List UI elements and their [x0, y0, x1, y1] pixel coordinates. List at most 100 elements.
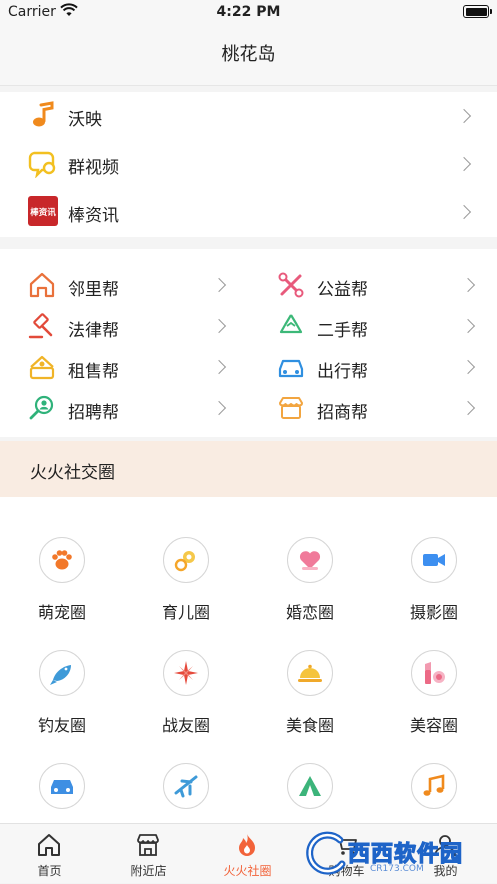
circle-item-pets[interactable]: 萌宠圈	[0, 537, 124, 637]
circle-badge	[39, 537, 85, 583]
watermark-logo-icon	[306, 831, 346, 875]
status-bar: Carrier 4:22 PM	[0, 0, 497, 26]
grid-item-neighborhood[interactable]: 邻里帮	[0, 264, 248, 304]
circle-item-parenting[interactable]: 育儿圈	[124, 537, 248, 637]
circle-item-fishing[interactable]: 钓友圈	[0, 650, 124, 750]
lipstick-icon	[425, 662, 445, 684]
video-chat-icon	[28, 151, 56, 178]
list-item-woying[interactable]: 沃映	[0, 92, 497, 140]
grid-item-charity[interactable]: 公益帮	[249, 264, 497, 304]
circle-badge	[163, 650, 209, 696]
grid-item-label: 法律帮	[68, 321, 119, 341]
flame-icon	[239, 834, 255, 856]
clock: 4:22 PM	[216, 4, 281, 20]
grid-item-label: 租售帮	[68, 362, 119, 382]
chevron-right-icon	[460, 318, 476, 334]
magnifier-person-icon	[29, 395, 54, 420]
grid-item-rental[interactable]: 租售帮	[0, 346, 248, 386]
circle-item-label: 摄影圈	[409, 603, 458, 622]
circle-badge	[411, 650, 457, 696]
music-note-icon	[33, 101, 54, 127]
site-watermark: 西西软件园 CR173.COM	[300, 826, 480, 880]
home-icon	[38, 834, 60, 856]
grid-item-label: 二手帮	[317, 321, 368, 341]
circle-item-label: 萌宠圈	[37, 603, 86, 622]
compass-star-icon	[174, 661, 198, 685]
car-icon	[51, 780, 73, 794]
pacifier-icon	[174, 551, 195, 572]
circle-item-label: 战友圈	[161, 716, 210, 735]
circle-badge	[411, 763, 457, 809]
chevron-right-icon	[211, 318, 227, 334]
circle-item-veterans[interactable]: 战友圈	[124, 650, 248, 750]
list-item-bang-news[interactable]: 棒资讯 棒资讯	[0, 188, 497, 236]
social-circle-grid: 萌宠圈 育儿圈 婚恋圈 摄影圈 钓友圈 战友圈 美食圈 美容圈	[0, 497, 497, 827]
tab-label: 首页	[37, 864, 62, 878]
list-item-group-video[interactable]: 群视频	[0, 140, 497, 188]
navigation-bar: 桃花岛	[0, 26, 497, 86]
fish-icon	[50, 665, 71, 685]
chevron-right-icon	[211, 400, 227, 416]
chevron-right-icon	[460, 359, 476, 375]
watermark-subtext: CR173.COM	[370, 864, 424, 874]
shop-icon	[279, 397, 303, 419]
circle-item-label: 育儿圈	[161, 603, 210, 622]
circle-badge	[39, 650, 85, 696]
svg-text:棒资讯: 棒资讯	[30, 207, 56, 218]
circle-item-label: 美容圈	[409, 716, 458, 735]
section-title: 火火社交圈	[30, 463, 115, 483]
circle-item-photography[interactable]: 摄影圈	[372, 537, 496, 637]
circle-item-label: 美食圈	[285, 716, 334, 735]
chevron-right-icon	[456, 108, 472, 124]
chevron-right-icon	[211, 277, 227, 293]
food-cloche-icon	[298, 664, 322, 682]
grid-item-recruit[interactable]: 招聘帮	[0, 387, 248, 427]
camera-icon	[423, 554, 445, 566]
circle-badge	[39, 763, 85, 809]
gavel-icon	[28, 313, 53, 339]
circle-item-beauty[interactable]: 美容圈	[372, 650, 496, 750]
tent-icon	[299, 776, 321, 796]
tab-nearby-stores[interactable]: 附近店	[99, 824, 198, 884]
circle-badge	[287, 650, 333, 696]
chevron-right-icon	[456, 204, 472, 220]
chevron-right-icon	[460, 277, 476, 293]
tab-social-circle[interactable]: 火火社圈	[198, 824, 297, 884]
chevron-right-icon	[460, 400, 476, 416]
circle-badge	[163, 763, 209, 809]
music-notes-icon	[423, 774, 445, 796]
airplane-icon	[174, 775, 198, 798]
circle-item-food[interactable]: 美食圈	[248, 650, 372, 750]
car-icon	[278, 359, 304, 378]
paw-icon	[52, 550, 72, 570]
list-item-label: 棒资讯	[68, 206, 119, 226]
grid-item-label: 公益帮	[317, 280, 368, 300]
circle-item-dating[interactable]: 婚恋圈	[248, 537, 372, 637]
heart-icon	[299, 551, 321, 570]
grid-item-second-hand[interactable]: 二手帮	[249, 305, 497, 345]
house-rental-icon	[29, 355, 55, 380]
circle-badge	[287, 537, 333, 583]
grid-item-label: 招商帮	[317, 403, 368, 423]
list-item-label: 群视频	[68, 158, 119, 178]
chevron-right-icon	[456, 156, 472, 172]
circle-item-label: 婚恋圈	[285, 603, 334, 622]
tab-label: 附近店	[130, 864, 167, 878]
grid-item-investment[interactable]: 招商帮	[249, 387, 497, 427]
store-icon	[137, 834, 159, 856]
grid-item-legal[interactable]: 法律帮	[0, 305, 248, 345]
circle-badge	[411, 537, 457, 583]
circle-item-label: 钓友圈	[37, 716, 86, 735]
house-icon	[29, 272, 55, 298]
tab-label: 火火社圈	[223, 864, 272, 878]
recycle-icon	[279, 314, 303, 334]
grid-item-travel[interactable]: 出行帮	[249, 346, 497, 386]
news-logo-icon: 棒资讯	[28, 196, 58, 226]
tab-home[interactable]: 首页	[0, 824, 99, 884]
battery-icon	[463, 5, 492, 18]
social-circle-header: 火火社交圈	[0, 441, 497, 497]
circle-badge	[163, 537, 209, 583]
feature-list: 沃映 群视频 棒资讯 棒资讯	[0, 92, 497, 237]
circle-badge	[287, 763, 333, 809]
help-grid: 邻里帮 公益帮 法律帮 二手帮 租售帮 出行帮 招聘帮 招商帮	[0, 249, 497, 437]
